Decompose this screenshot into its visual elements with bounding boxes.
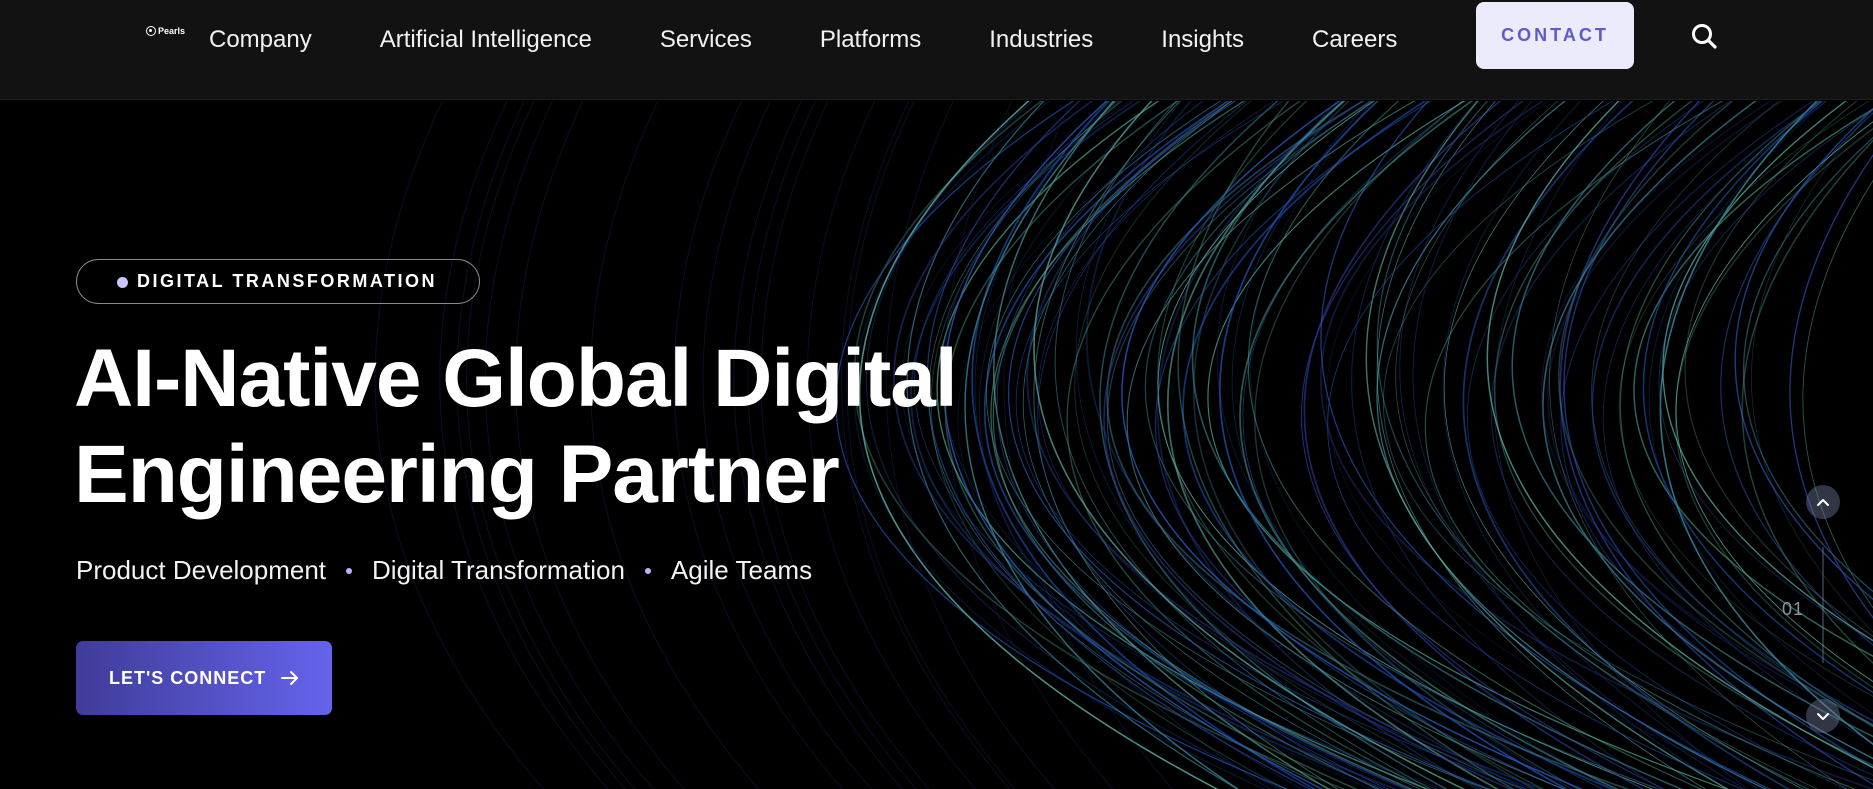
arrow-right-icon (281, 671, 299, 685)
subline-item-product-development: Product Development (76, 555, 327, 585)
light-trail-arc (1633, 108, 1873, 657)
nav-careers[interactable]: Careers (1312, 26, 1397, 54)
nav-services[interactable]: Services (660, 26, 752, 54)
light-trail-arc (1250, 101, 1614, 789)
light-trail-arc (1247, 101, 1703, 789)
subline-item-agile-teams: Agile Teams (670, 555, 813, 585)
light-trail-arc (1107, 101, 1524, 789)
nav-company[interactable]: Company (209, 26, 312, 54)
light-trail-arc (1376, 101, 1767, 789)
slide-up-button[interactable] (1806, 485, 1840, 519)
contact-button[interactable]: CONTACT (1476, 2, 1634, 69)
hero-headline: AI-Native Global Digital Engineering Par… (74, 331, 1174, 523)
light-trail-arc (1443, 101, 1804, 789)
bullet-separator-icon (346, 567, 353, 574)
tag-dot-icon (117, 277, 128, 288)
slide-down-button[interactable] (1806, 699, 1840, 733)
headline-line-2: Engineering Partner (74, 429, 840, 520)
subline-item-digital-transformation: Digital Transformation (372, 555, 625, 585)
lets-connect-button[interactable]: LET'S CONNECT (76, 641, 332, 715)
light-trail-arc (1658, 109, 1873, 642)
logo-mark-icon (146, 26, 156, 36)
light-trail-arc (1741, 139, 1873, 664)
search-icon[interactable] (1690, 22, 1718, 50)
light-trail-arc (1618, 101, 1873, 697)
light-trail-arc (1191, 101, 1684, 789)
hero-subline: Product Development Digital Transformati… (76, 555, 812, 586)
slide-progress-track (1822, 547, 1824, 663)
logo[interactable]: Pearls (146, 26, 185, 36)
light-trail-arc (1320, 101, 1772, 789)
slide-number: 01 (1782, 599, 1805, 619)
light-trail-arc (1648, 101, 1873, 715)
light-trail-arc (1560, 101, 1873, 759)
site-header: Pearls Company Artificial Intelligence S… (0, 0, 1873, 100)
main-nav: Company Artificial Intelligence Services… (209, 0, 1465, 80)
chevron-up-icon (1817, 499, 1829, 506)
category-tag: DIGITAL TRANSFORMATION (76, 259, 480, 304)
light-trail-arc (1177, 101, 1515, 789)
hero-section: DIGITAL TRANSFORMATION AI-Native Global … (0, 101, 1873, 789)
cta-label: LET'S CONNECT (109, 667, 267, 688)
bullet-separator-icon (644, 567, 651, 574)
light-trail-arc (1559, 101, 1873, 786)
light-trail-arc (1659, 101, 1873, 746)
logo-text: Pearls (158, 26, 186, 36)
light-trail-arc (1490, 101, 1873, 776)
nav-artificial-intelligence[interactable]: Artificial Intelligence (380, 26, 592, 54)
chevron-down-icon (1817, 713, 1829, 720)
nav-platforms[interactable]: Platforms (820, 26, 921, 54)
headline-line-1: AI-Native Global Digital (74, 333, 958, 424)
light-trail-arc (1144, 101, 1661, 789)
nav-insights[interactable]: Insights (1161, 26, 1244, 54)
light-trail-arc (1542, 101, 1873, 760)
tag-label: DIGITAL TRANSFORMATION (137, 271, 437, 291)
light-trail-arc (1558, 101, 1873, 726)
nav-industries[interactable]: Industries (989, 26, 1093, 54)
light-trail-arc (1494, 101, 1873, 767)
light-trail-arc (1684, 101, 1873, 637)
